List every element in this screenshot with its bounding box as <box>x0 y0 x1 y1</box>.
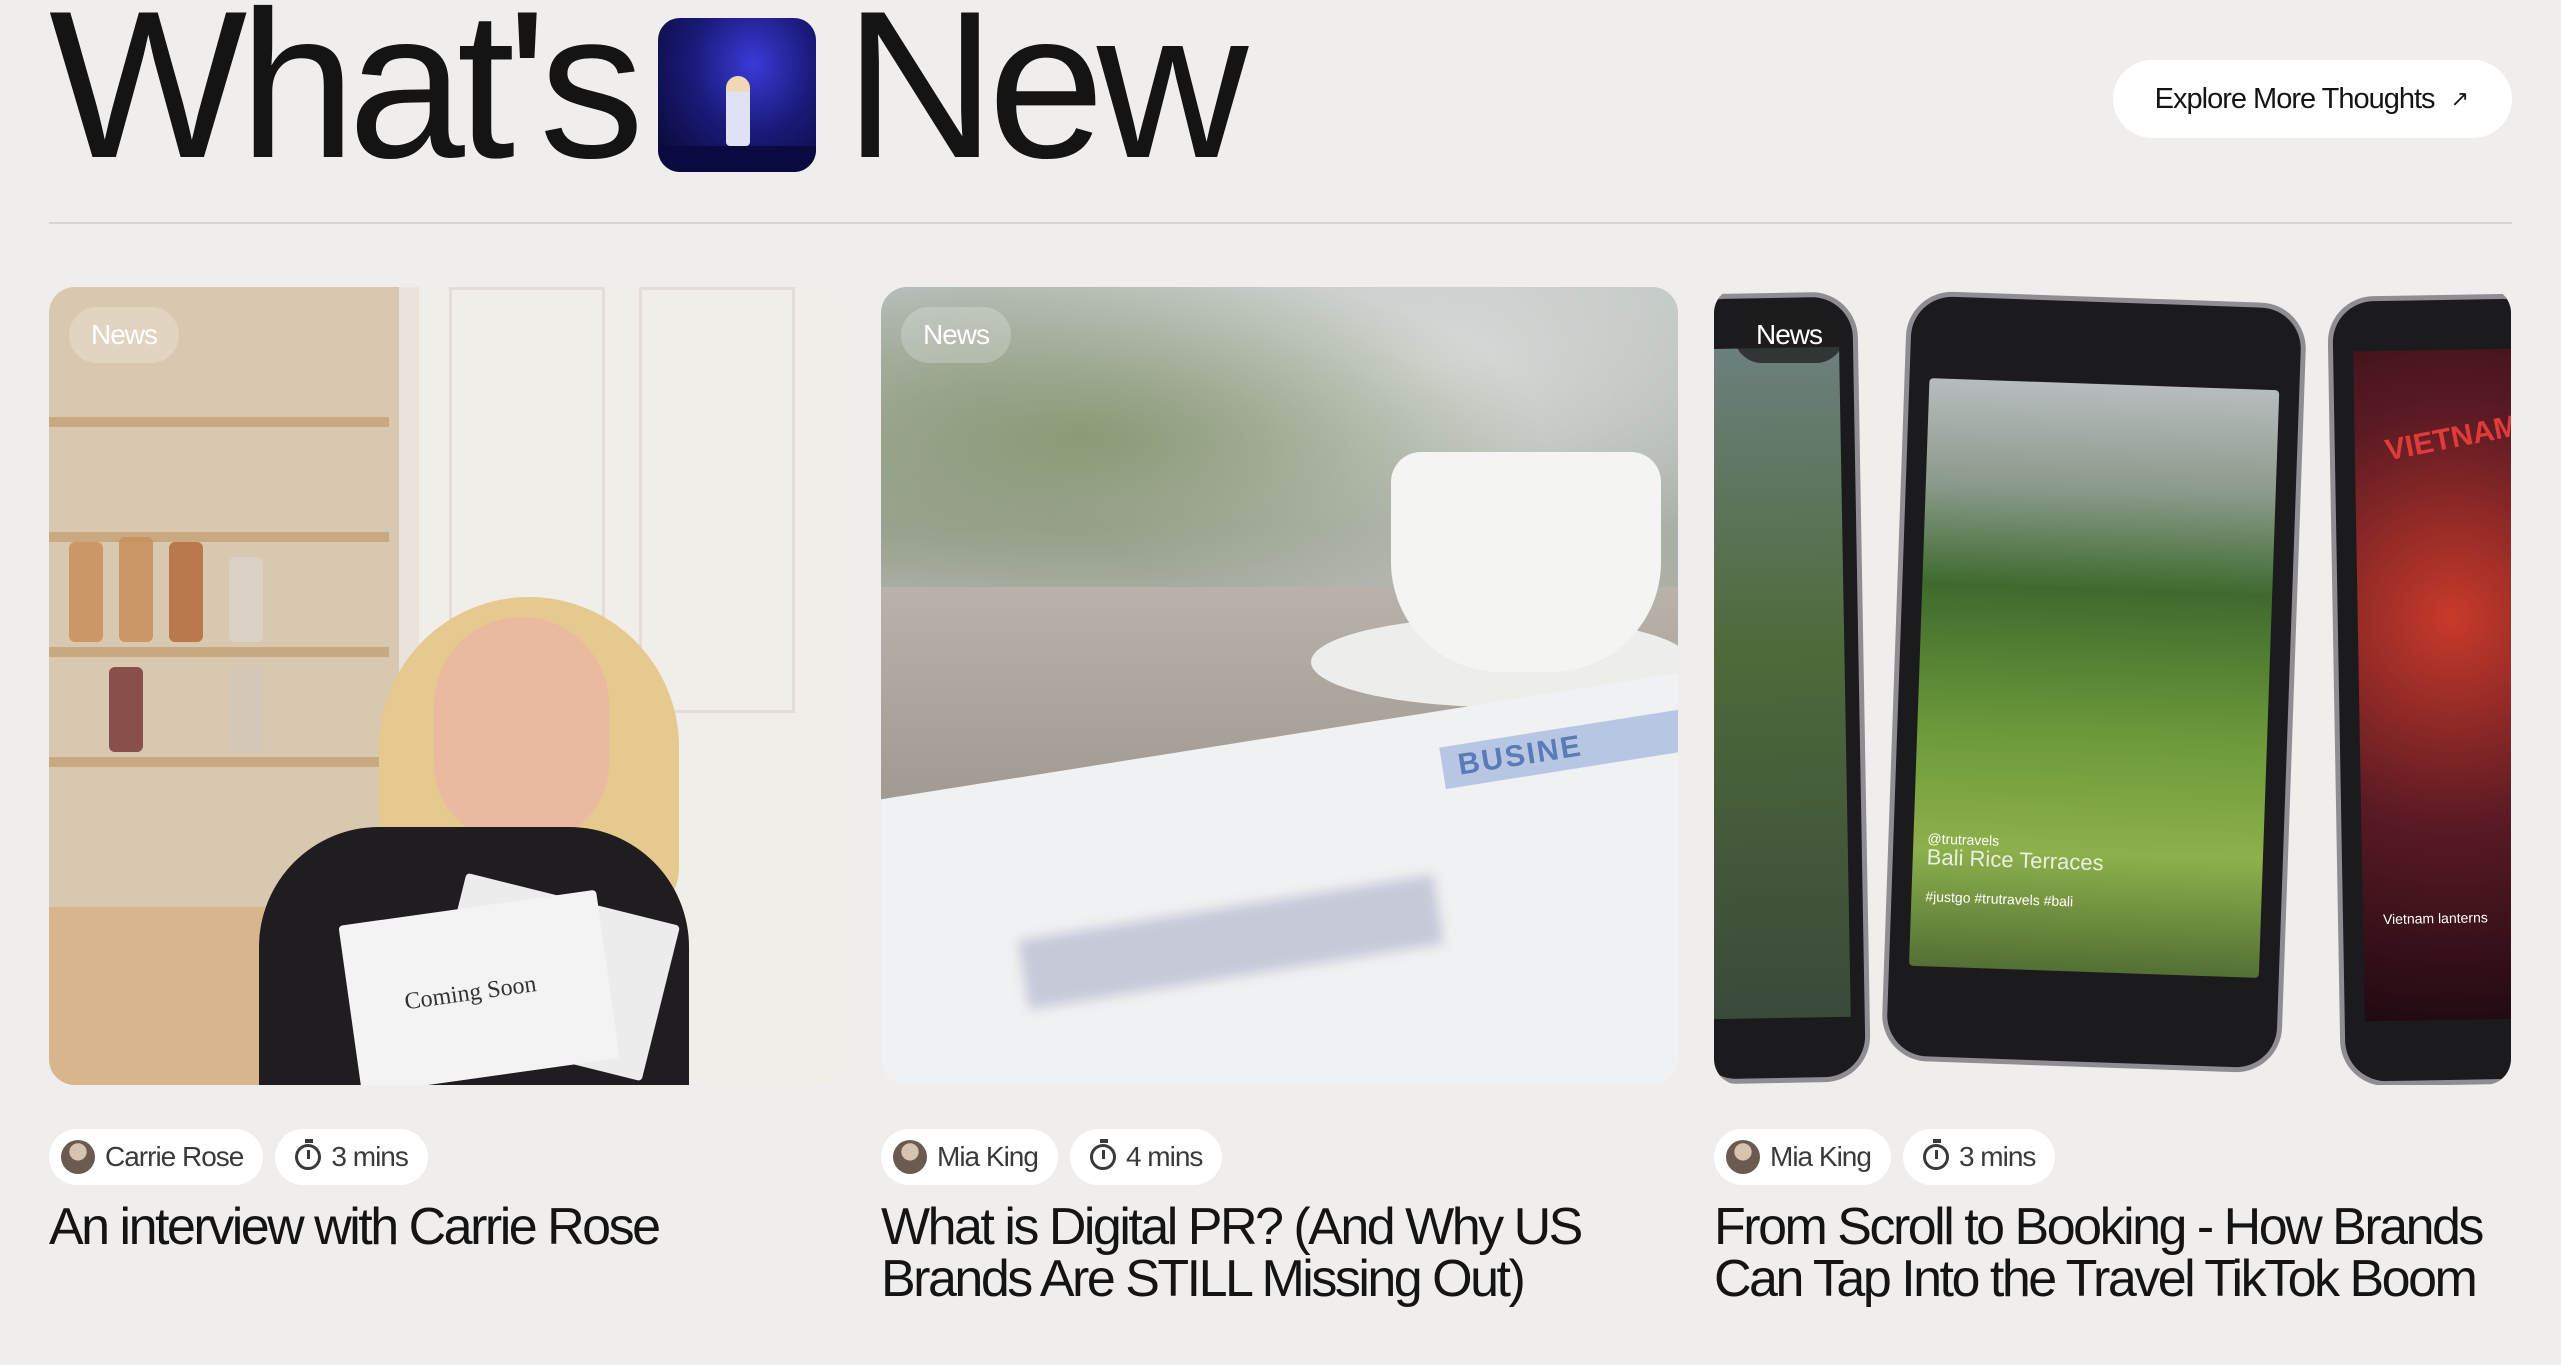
phone-left <box>1714 291 1871 1085</box>
article-meta: Carrie Rose 3 mins <box>49 1129 428 1185</box>
author-chip[interactable]: Carrie Rose <box>49 1129 264 1185</box>
read-time: 3 mins <box>1958 1141 2036 1172</box>
author-chip[interactable]: Mia King <box>881 1129 1058 1185</box>
read-time-chip: 4 mins <box>1069 1129 1223 1185</box>
article-headline[interactable]: What is Digital PR? (And Why US Brands A… <box>881 1201 1678 1305</box>
article-image-carrie-rose[interactable]: Coming Soon News <box>49 287 846 1085</box>
article-image-tiktok-phones[interactable]: @trutravels Bali Rice Terraces #justgo #… <box>1714 287 2511 1085</box>
coming-soon-text: Coming Soon <box>402 971 538 1016</box>
arrow-up-right-icon: ↗ <box>2450 86 2469 111</box>
woman-face <box>434 617 609 842</box>
page-header: What's New Explore More Thoughts ↗ <box>49 0 2512 222</box>
stopwatch-icon <box>1922 1139 1949 1170</box>
explore-more-thoughts-button[interactable]: Explore More Thoughts ↗ <box>2112 60 2512 138</box>
header-divider <box>49 222 2512 224</box>
read-time-chip: 3 mins <box>1902 1129 2056 1185</box>
speaker-figure <box>726 76 751 146</box>
article-meta: Mia King 3 mins <box>1714 1129 2056 1185</box>
author-name: Mia King <box>937 1141 1039 1172</box>
news-tag: News <box>1734 307 1845 363</box>
read-time-chip: 3 mins <box>275 1129 428 1185</box>
article-card-2[interactable]: BUSINE News Mia King 4 mins What is Digi… <box>881 287 1678 1305</box>
phone-right: VIETNAM Vietnam lanterns <box>2327 293 2511 1085</box>
article-headline[interactable]: From Scroll to Booking - How Brands Can … <box>1714 1201 2511 1305</box>
stage-floor <box>658 146 817 172</box>
article-card-1[interactable]: Coming Soon News Carrie Rose 3 mins An i… <box>49 287 846 1253</box>
author-name: Mia King <box>1770 1141 1872 1172</box>
tiktok-caption: Bali Rice Terraces <box>1926 844 2105 876</box>
article-headline[interactable]: An interview with Carrie Rose <box>49 1201 846 1253</box>
stopwatch-icon <box>295 1139 322 1170</box>
avatar <box>61 1140 95 1174</box>
page-title: What's New <box>49 0 1248 202</box>
explore-button-label: Explore More Thoughts <box>2154 82 2436 115</box>
author-name: Carrie Rose <box>105 1141 244 1172</box>
read-time: 4 mins <box>1125 1141 1203 1172</box>
stopwatch-icon <box>1089 1139 1116 1170</box>
phone-right-screen: VIETNAM Vietnam lanterns <box>2353 348 2511 1022</box>
article-meta: Mia King 4 mins <box>881 1129 1223 1185</box>
title-thumbnail-image <box>658 18 817 172</box>
tiktok-caption-right: Vietnam lanterns <box>2382 909 2488 928</box>
title-word-whats: What's <box>49 0 644 202</box>
article-image-newspaper-coffee[interactable]: BUSINE News <box>881 287 1678 1085</box>
author-chip[interactable]: Mia King <box>1714 1129 1891 1185</box>
vietnam-text: VIETNAM <box>2382 409 2511 468</box>
phone-center: @trutravels Bali Rice Terraces #justgo #… <box>1880 290 2308 1074</box>
avatar <box>1726 1140 1760 1174</box>
title-word-new: New <box>844 0 1248 202</box>
kitchen-drawers <box>49 907 279 1085</box>
phone-center-screen: @trutravels Bali Rice Terraces #justgo #… <box>1908 378 2280 978</box>
tiktok-hashtags: #justgo #trutravels #bali <box>1925 888 2074 910</box>
avatar <box>893 1140 927 1174</box>
coffee-cup <box>1391 452 1661 672</box>
news-tag: News <box>901 307 1012 363</box>
news-tag: News <box>69 307 180 363</box>
article-card-3[interactable]: @trutravels Bali Rice Terraces #justgo #… <box>1714 287 2511 1305</box>
phone-left-screen <box>1714 346 1851 1020</box>
read-time: 3 mins <box>331 1141 408 1172</box>
coming-soon-document: Coming Soon <box>338 889 620 1085</box>
